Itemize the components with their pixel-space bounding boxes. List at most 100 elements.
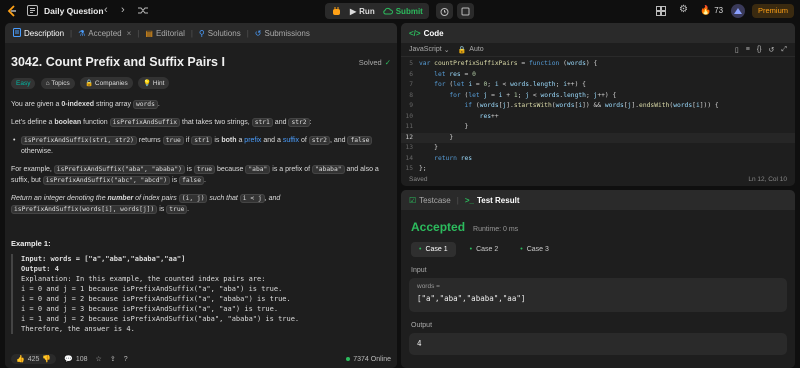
code-editor[interactable]: 5 var countPrefixSuffixPairs = function (… (401, 57, 795, 175)
inline-code: isPrefixAndSuffix (109, 118, 181, 127)
code-line: 8 for (let j = i + 1; j < words.length; … (409, 91, 617, 99)
reset-icon[interactable]: ↺ (769, 46, 775, 54)
like-button[interactable]: 👍 425 👎 (11, 354, 57, 364)
auto-toggle[interactable]: 🔒 Auto (458, 46, 484, 54)
description-tabs: Description | ⚗ Accepted × | ▤ Editorial… (5, 23, 397, 43)
tab-testcase-label: Testcase (419, 195, 451, 205)
case-tab-2[interactable]: • Case 2 (462, 242, 507, 257)
submit-button[interactable]: Submit (379, 3, 427, 19)
comment-count: 108 (75, 355, 88, 363)
bookmark-icon[interactable]: ▯ (735, 46, 739, 54)
code-line: 12 } (401, 132, 795, 143)
tab-editorial[interactable]: ▤ Editorial (141, 29, 188, 38)
bulb-icon: 💡 (143, 80, 153, 87)
text: returns (136, 137, 163, 144)
settings-icon[interactable]: ⚙ (679, 4, 688, 15)
text: . (204, 177, 206, 184)
text: that takes two strings, (180, 119, 252, 126)
page-title[interactable]: Daily Question (44, 6, 104, 16)
example-block: Input: words = ["a","aba","ababa","aa"] … (11, 254, 391, 334)
chevron-left-icon[interactable]: ‹ (104, 4, 108, 16)
premium-button[interactable]: Premium (752, 4, 795, 18)
close-icon[interactable]: × (127, 29, 132, 38)
hint-badge[interactable]: 💡 Hint (138, 77, 170, 89)
inline-code: words (132, 100, 158, 109)
tab-solutions-label: Solutions (207, 28, 241, 38)
case-tab-3[interactable]: • Case 3 (512, 242, 557, 257)
companies-label: Companies (94, 80, 128, 87)
topics-badge[interactable]: ⌂ Topics (40, 78, 75, 89)
inline-code: false (179, 176, 205, 185)
problem-title[interactable]: 3042. Count Prefix and Suffix Pairs I (11, 55, 225, 69)
text-bold: 0-indexed (61, 101, 95, 108)
prefix-link[interactable]: prefix (244, 137, 261, 144)
comment-icon: 💬 (64, 356, 73, 363)
chevron-right-icon[interactable]: › (121, 4, 125, 16)
comments-button[interactable]: 💬 108 (64, 355, 88, 364)
code-line: 5 var countPrefixSuffixPairs = function (… (409, 60, 598, 67)
timer-icon[interactable] (436, 3, 453, 19)
document-icon (13, 27, 21, 39)
text: is (212, 137, 222, 144)
problem-list-icon[interactable] (27, 5, 38, 16)
text: function (81, 119, 110, 126)
star-icon[interactable]: ☆ (96, 355, 102, 363)
text: You are given a (11, 101, 62, 108)
expand-icon[interactable]: ⤢ (781, 46, 787, 54)
difficulty-badge: Easy (11, 78, 36, 89)
shuffle-icon[interactable] (138, 6, 148, 15)
fire-icon: 🔥 (700, 5, 712, 15)
streak-counter[interactable]: 🔥 73 (700, 5, 723, 16)
runtime-label: Runtime: 0 ms (473, 226, 519, 233)
code-line: 7 for (let i = 0; i < words.length; i++)… (409, 81, 586, 88)
definition-bullet: • isPrefixAndSuffix(str1, str2) returns … (11, 135, 391, 157)
input-box: words = ["a","aba","ababa","aa"] (409, 278, 787, 312)
text-bold: boolean (54, 119, 82, 126)
inline-code: "ababa" (312, 165, 345, 174)
inline-code: "aba" (245, 165, 271, 174)
braces-icon[interactable]: {} (757, 46, 762, 54)
case-tab-1[interactable]: • Case 1 (411, 242, 456, 257)
notes-icon[interactable] (457, 3, 474, 19)
debug-button[interactable] (327, 3, 346, 19)
run-button[interactable]: ▶ Run (346, 3, 379, 19)
language-select[interactable]: JavaScript ⌄ (409, 46, 450, 54)
tab-accepted[interactable]: ⚗ Accepted × (74, 29, 135, 38)
inline-code: true (166, 205, 188, 214)
result-status: Accepted (411, 220, 466, 234)
code-toolbar: JavaScript ⌄ 🔒 Auto ▯ ≡ {} ↺ ⤢ (401, 43, 795, 57)
tab-result-label: Test Result (476, 195, 520, 205)
inline-code: i < j (239, 194, 265, 203)
output-value: 4 (417, 339, 422, 348)
companies-badge[interactable]: 🔒 Companies (79, 77, 133, 89)
history-icon: ↺ (254, 28, 262, 38)
share-icon[interactable]: ⇪ (110, 355, 116, 363)
tab-code[interactable]: </> Code (405, 29, 448, 38)
text: , and (264, 195, 281, 202)
thumbs-down-icon[interactable]: 👎 (42, 355, 51, 363)
check-circle-icon: ✓ (384, 57, 391, 67)
description-panel: Description | ⚗ Accepted × | ▤ Editorial… (5, 23, 397, 368)
tab-solutions[interactable]: ⚲ Solutions (195, 29, 245, 38)
online-dot-icon (346, 357, 351, 361)
book-icon: ▤ (145, 28, 153, 38)
tab-testcase[interactable]: ☑ Testcase (405, 196, 455, 205)
code-panel: </> Code JavaScript ⌄ 🔒 Auto ▯ ≡ {} ↺ ⤢ … (401, 23, 795, 186)
logo-icon[interactable] (6, 5, 18, 17)
format-icon[interactable]: ≡ (746, 46, 750, 54)
code-toolbar-icons: ▯ ≡ {} ↺ ⤢ (735, 46, 787, 54)
text: and (272, 119, 289, 126)
suffix-link[interactable]: suffix (283, 137, 299, 144)
text: . (187, 206, 190, 213)
tab-description[interactable]: Description (9, 27, 68, 39)
tab-test-result[interactable]: >_ Test Result (461, 196, 524, 205)
language-label: JavaScript (409, 46, 442, 53)
tab-submissions[interactable]: ↺ Submissions (251, 29, 314, 38)
avatar[interactable] (731, 4, 745, 18)
layout-icon[interactable] (656, 6, 666, 16)
text: : (309, 119, 312, 126)
help-icon[interactable]: ? (124, 356, 128, 363)
case-tabs: • Case 1 • Case 2 • Case 3 (401, 234, 795, 257)
text: is (157, 206, 167, 213)
example-line: i = 1 and j = 2 because isPrefixAndSuffi… (21, 315, 300, 323)
